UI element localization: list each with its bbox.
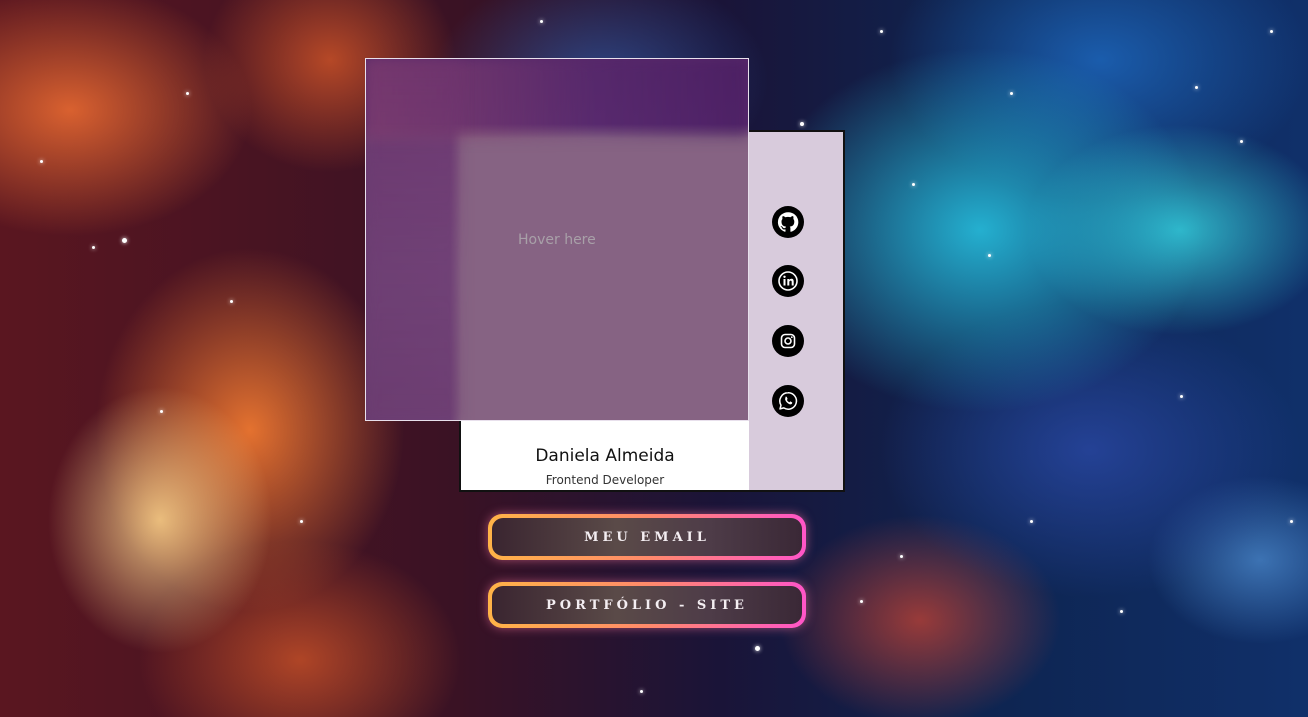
- social-links-panel: [749, 132, 843, 490]
- whatsapp-link[interactable]: [772, 385, 804, 417]
- email-button-label: MEU EMAIL: [492, 518, 802, 556]
- portfolio-button-label: PORTFÓLIO - SITE: [492, 586, 802, 624]
- instagram-icon: [780, 333, 796, 349]
- linkedin-icon: [778, 271, 798, 291]
- portfolio-button[interactable]: PORTFÓLIO - SITE: [488, 582, 806, 628]
- profile-photo-cover[interactable]: Hover here: [365, 58, 749, 421]
- hover-hint: Hover here: [518, 232, 596, 248]
- whatsapp-icon: [779, 392, 798, 410]
- profile-role: Frontend Developer: [545, 473, 665, 487]
- profile-name: Daniela Almeida: [535, 446, 675, 466]
- github-icon: [777, 212, 799, 232]
- linkedin-link[interactable]: [772, 265, 804, 297]
- instagram-link[interactable]: [772, 325, 804, 357]
- email-button[interactable]: MEU EMAIL: [488, 514, 806, 560]
- github-link[interactable]: [772, 206, 804, 238]
